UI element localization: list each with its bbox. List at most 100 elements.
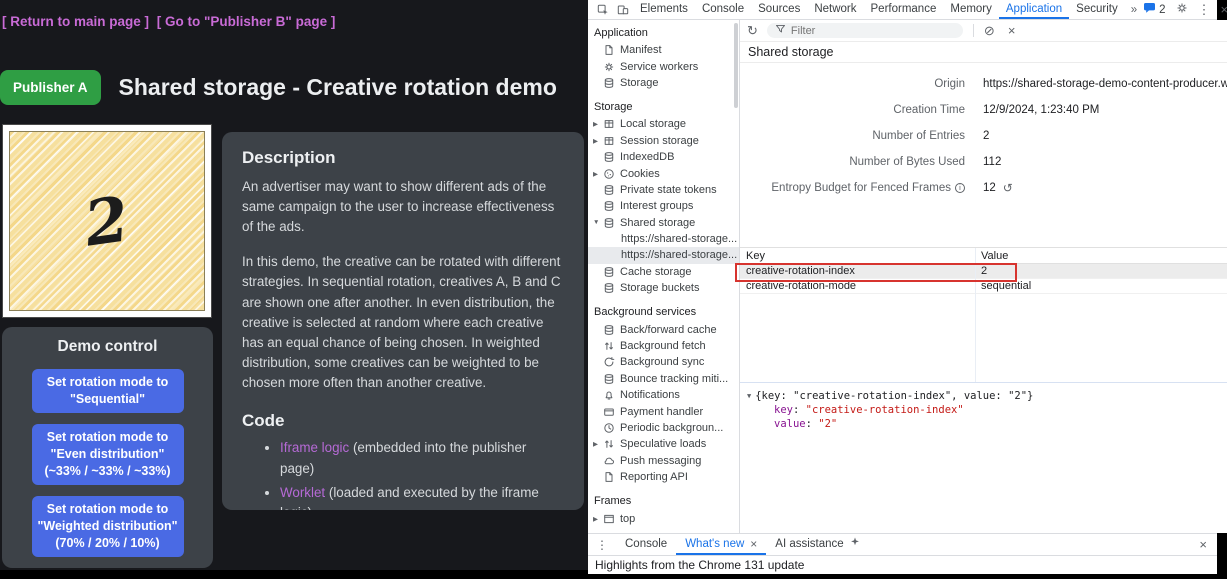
more-tabs-icon[interactable]: » — [1125, 4, 1143, 16]
devtools-tabbar: Elements Console Sources Network Perform… — [588, 0, 1217, 20]
table-row-creative-rotation-index[interactable]: creative-rotation-index 2 — [740, 264, 1227, 279]
drawer-tab-console[interactable]: Console — [616, 534, 676, 555]
filter-field[interactable] — [767, 23, 963, 38]
sidebar-item-shared-storage-origin-2-selected[interactable]: https://shared-storage... — [588, 247, 739, 263]
sidebar-item-storage[interactable]: Storage — [588, 75, 739, 91]
button-line: Set rotation mode to — [47, 430, 169, 444]
sidebar-item-cookies[interactable]: ▶ Cookies — [588, 165, 739, 181]
sidebar-item-storage-buckets[interactable]: Storage buckets — [588, 280, 739, 296]
collapse-triangle-icon[interactable]: ▼ — [747, 389, 751, 403]
tab-security[interactable]: Security — [1069, 0, 1125, 19]
expand-arrow-icon[interactable]: ▶ — [593, 137, 602, 145]
metadata-value: 112 — [983, 156, 1227, 168]
preview-property-key[interactable]: key: "creative-rotation-index" — [747, 403, 1227, 417]
column-divider[interactable] — [975, 248, 976, 382]
expand-arrow-icon[interactable]: ▶ — [593, 120, 602, 128]
devtools-kebab-menu-icon[interactable]: ⋮ — [1198, 3, 1211, 16]
metadata-row-origin: Origin https://shared-storage-demo-conte… — [740, 71, 1227, 97]
sidebar-item-shared-storage-origin-1[interactable]: https://shared-storage... — [588, 231, 739, 247]
shared-storage-view: ↻ ⊘ × Shared storage Origin https://shar… — [740, 20, 1227, 533]
sidebar-item-top-frame[interactable]: ▶ top — [588, 510, 739, 526]
sidebar-item-background-fetch[interactable]: Background fetch — [588, 338, 739, 354]
sidebar-item-background-sync[interactable]: Background sync — [588, 354, 739, 370]
collapse-arrow-icon[interactable]: ▼ — [593, 219, 602, 226]
tab-console[interactable]: Console — [695, 0, 751, 19]
sidebar-item-push-messaging[interactable]: Push messaging — [588, 453, 739, 469]
filter-input[interactable] — [791, 25, 931, 37]
creative-number: 2 — [81, 182, 134, 260]
cell-value: 2 — [975, 264, 1227, 278]
device-toolbar-icon[interactable] — [617, 4, 629, 16]
expand-arrow-icon[interactable]: ▶ — [593, 440, 602, 448]
set-weighted-distribution-button[interactable]: Set rotation mode to "Weighted distribut… — [32, 496, 184, 557]
sidebar-item-indexeddb[interactable]: IndexedDB — [588, 149, 739, 165]
sidebar-item-shared-storage[interactable]: ▼ Shared storage — [588, 215, 739, 231]
column-header-value[interactable]: Value — [975, 248, 1227, 264]
sidebar-scrollbar[interactable] — [734, 23, 738, 108]
delete-selected-icon[interactable]: × — [1008, 24, 1016, 37]
return-to-main-link[interactable]: [ Return to main page ] — [2, 14, 149, 29]
sidebar-item-label: Session storage — [620, 135, 699, 147]
sidebar-item-cache-storage[interactable]: Cache storage — [588, 264, 739, 280]
sidebar-item-interest-groups[interactable]: Interest groups — [588, 198, 739, 214]
expand-arrow-icon[interactable]: ▶ — [593, 515, 602, 523]
preview-property-value[interactable]: value: "2" — [747, 417, 1227, 431]
database-icon — [602, 217, 615, 229]
set-sequential-button[interactable]: Set rotation mode to "Sequential" — [32, 369, 184, 413]
tab-performance[interactable]: Performance — [864, 0, 944, 19]
expand-arrow-icon[interactable]: ▶ — [593, 170, 602, 178]
sidebar-item-manifest[interactable]: Manifest — [588, 42, 739, 58]
code-heading: Code — [242, 411, 564, 431]
cookie-icon — [602, 168, 615, 180]
sidebar-item-label: Bounce tracking miti... — [620, 373, 728, 385]
database-icon — [602, 151, 615, 163]
table-row-creative-rotation-mode[interactable]: creative-rotation-mode sequential — [740, 279, 1227, 294]
list-item: Iframe logic (embedded into the publishe… — [280, 438, 564, 480]
metadata-label: Origin — [740, 78, 965, 90]
worklet-link[interactable]: Worklet — [280, 485, 325, 500]
sidebar-item-private-state-tokens[interactable]: Private state tokens — [588, 182, 739, 198]
settings-gear-icon[interactable] — [1176, 2, 1188, 17]
tab-application[interactable]: Application — [999, 0, 1069, 19]
refresh-icon[interactable]: ↻ — [747, 24, 758, 37]
metadata-value: 12/9/2024, 1:23:40 PM — [983, 104, 1227, 116]
tab-sources[interactable]: Sources — [751, 0, 807, 19]
sidebar-item-reporting-api[interactable]: Reporting API — [588, 469, 739, 485]
drawer-tab-ai-assistance[interactable]: AI assistance — [766, 534, 868, 555]
drawer-kebab-menu-icon[interactable]: ⋮ — [588, 538, 616, 552]
column-header-key[interactable]: Key — [740, 248, 975, 264]
close-tab-icon[interactable]: × — [750, 534, 757, 555]
sidebar-item-local-storage[interactable]: ▶ Local storage — [588, 116, 739, 132]
sidebar-item-service-workers[interactable]: Service workers — [588, 58, 739, 74]
database-icon — [602, 324, 615, 336]
tab-network[interactable]: Network — [807, 0, 863, 19]
sidebar-item-session-storage[interactable]: ▶ Session storage — [588, 133, 739, 149]
reset-budget-icon[interactable]: ↺ — [1003, 182, 1013, 194]
issues-count: 2 — [1159, 4, 1165, 16]
info-icon[interactable]: i — [955, 183, 965, 193]
sidebar-item-periodic-background-sync[interactable]: Periodic backgroun... — [588, 420, 739, 436]
button-line: "Sequential" — [70, 392, 145, 406]
inspect-element-icon[interactable] — [597, 4, 609, 16]
metadata-label: Entropy Budget for Fenced Frames i — [740, 182, 965, 194]
drawer-tab-whats-new[interactable]: What's new × — [676, 534, 766, 555]
drawer-close-icon[interactable]: × — [1199, 537, 1217, 552]
sidebar-item-back-forward-cache[interactable]: Back/forward cache — [588, 321, 739, 337]
iframe-logic-link[interactable]: Iframe logic — [280, 440, 349, 455]
devtools-close-icon[interactable]: × — [1221, 3, 1227, 16]
whats-new-headline[interactable]: Highlights from the Chrome 131 update — [595, 558, 804, 572]
publisher-badge: Publisher A — [0, 70, 101, 105]
clear-entries-icon[interactable]: ⊘ — [984, 24, 995, 37]
go-to-publisher-b-link[interactable]: [ Go to "Publisher B" page ] — [157, 14, 336, 29]
metadata-label: Number of Entries — [740, 130, 965, 142]
issues-bubble-icon — [1143, 2, 1156, 17]
sidebar-item-speculative-loads[interactable]: ▶ Speculative loads — [588, 436, 739, 452]
sidebar-item-notifications[interactable]: Notifications — [588, 387, 739, 403]
set-even-distribution-button[interactable]: Set rotation mode to "Even distribution"… — [32, 424, 184, 485]
sidebar-item-bounce-tracking-mitigations[interactable]: Bounce tracking miti... — [588, 371, 739, 387]
sidebar-item-payment-handler[interactable]: Payment handler — [588, 403, 739, 419]
issues-counter[interactable]: 2 — [1143, 2, 1165, 17]
sidebar-item-label: Back/forward cache — [620, 324, 717, 336]
tab-elements[interactable]: Elements — [633, 0, 695, 19]
tab-memory[interactable]: Memory — [943, 0, 999, 19]
